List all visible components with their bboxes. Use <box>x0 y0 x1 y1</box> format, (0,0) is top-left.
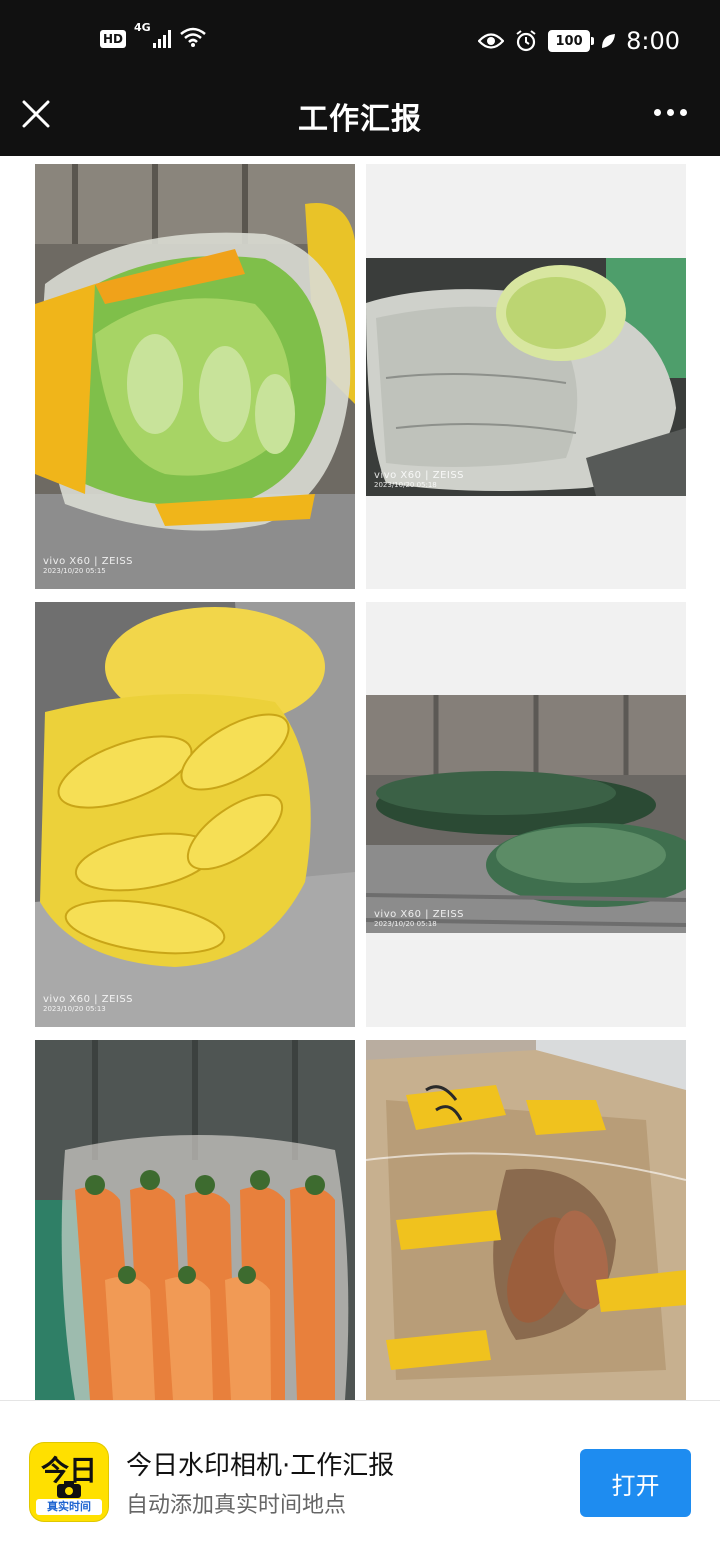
photo-tile-carrots[interactable] <box>35 1040 355 1400</box>
more-icon[interactable] <box>654 102 690 122</box>
status-right: 100 8:00 <box>478 27 680 55</box>
photo-grid: vivo X60 | ZEISS 2023/10/20 05:15 vivo X… <box>0 156 720 1400</box>
signal-icon <box>152 28 171 48</box>
photo-tile-cabbage[interactable]: vivo X60 | ZEISS 2023/10/20 05:15 <box>35 164 355 589</box>
alarm-icon <box>516 30 536 52</box>
battery-icon: 100 <box>548 30 595 52</box>
status-left: HD 4G <box>100 21 207 48</box>
leaf-icon <box>602 34 616 48</box>
status-bar: HD 4G 100 8:00 <box>0 0 720 84</box>
app-promo-banner: 今日 真实时间 今日水印相机·工作汇报 自动添加真实时间地点 打开 <box>0 1400 720 1561</box>
app-icon[interactable]: 今日 真实时间 <box>30 1443 108 1521</box>
carrots-photo <box>35 1040 355 1400</box>
hd-badge: HD <box>100 30 127 48</box>
wifi-icon <box>179 27 206 47</box>
photo-watermark: vivo X60 | ZEISS 2023/10/20 05:18 <box>374 909 465 928</box>
photo-watermark: vivo X60 | ZEISS 2023/10/20 05:13 <box>43 994 134 1013</box>
network-type: 4G <box>134 21 151 34</box>
banner-title: 今日水印相机·工作汇报 <box>126 1451 395 1481</box>
page-title: 工作汇报 <box>298 102 422 137</box>
cabbage-photo <box>35 164 355 589</box>
camera-icon <box>57 1481 81 1498</box>
photo-tile-winter-melon[interactable]: vivo X60 | ZEISS 2023/10/20 05:18 <box>366 602 686 1027</box>
eye-icon <box>478 33 505 49</box>
photo-watermark: vivo X60 | ZEISS 2023/10/20 05:18 <box>374 470 465 489</box>
photo-tile-corn[interactable]: vivo X60 | ZEISS 2023/10/20 05:13 <box>35 602 355 1027</box>
sweet-potatoes-photo <box>366 1040 686 1400</box>
winter-melon-photo <box>366 695 686 933</box>
clock: 8:00 <box>626 27 680 55</box>
open-button[interactable]: 打开 <box>580 1449 691 1517</box>
app-icon-strip: 真实时间 <box>36 1499 102 1515</box>
corn-photo <box>35 602 355 1027</box>
photo-tile-sweet-potatoes[interactable] <box>366 1040 686 1400</box>
photo-tile-cabbage-bags[interactable]: vivo X60 | ZEISS 2023/10/20 05:18 <box>366 164 686 589</box>
photo-watermark: vivo X60 | ZEISS 2023/10/20 05:15 <box>43 556 134 575</box>
banner-subtitle: 自动添加真实时间地点 <box>126 1493 347 1518</box>
cabbage-bags-photo <box>366 258 686 496</box>
title-bar: 工作汇报 <box>0 84 720 156</box>
